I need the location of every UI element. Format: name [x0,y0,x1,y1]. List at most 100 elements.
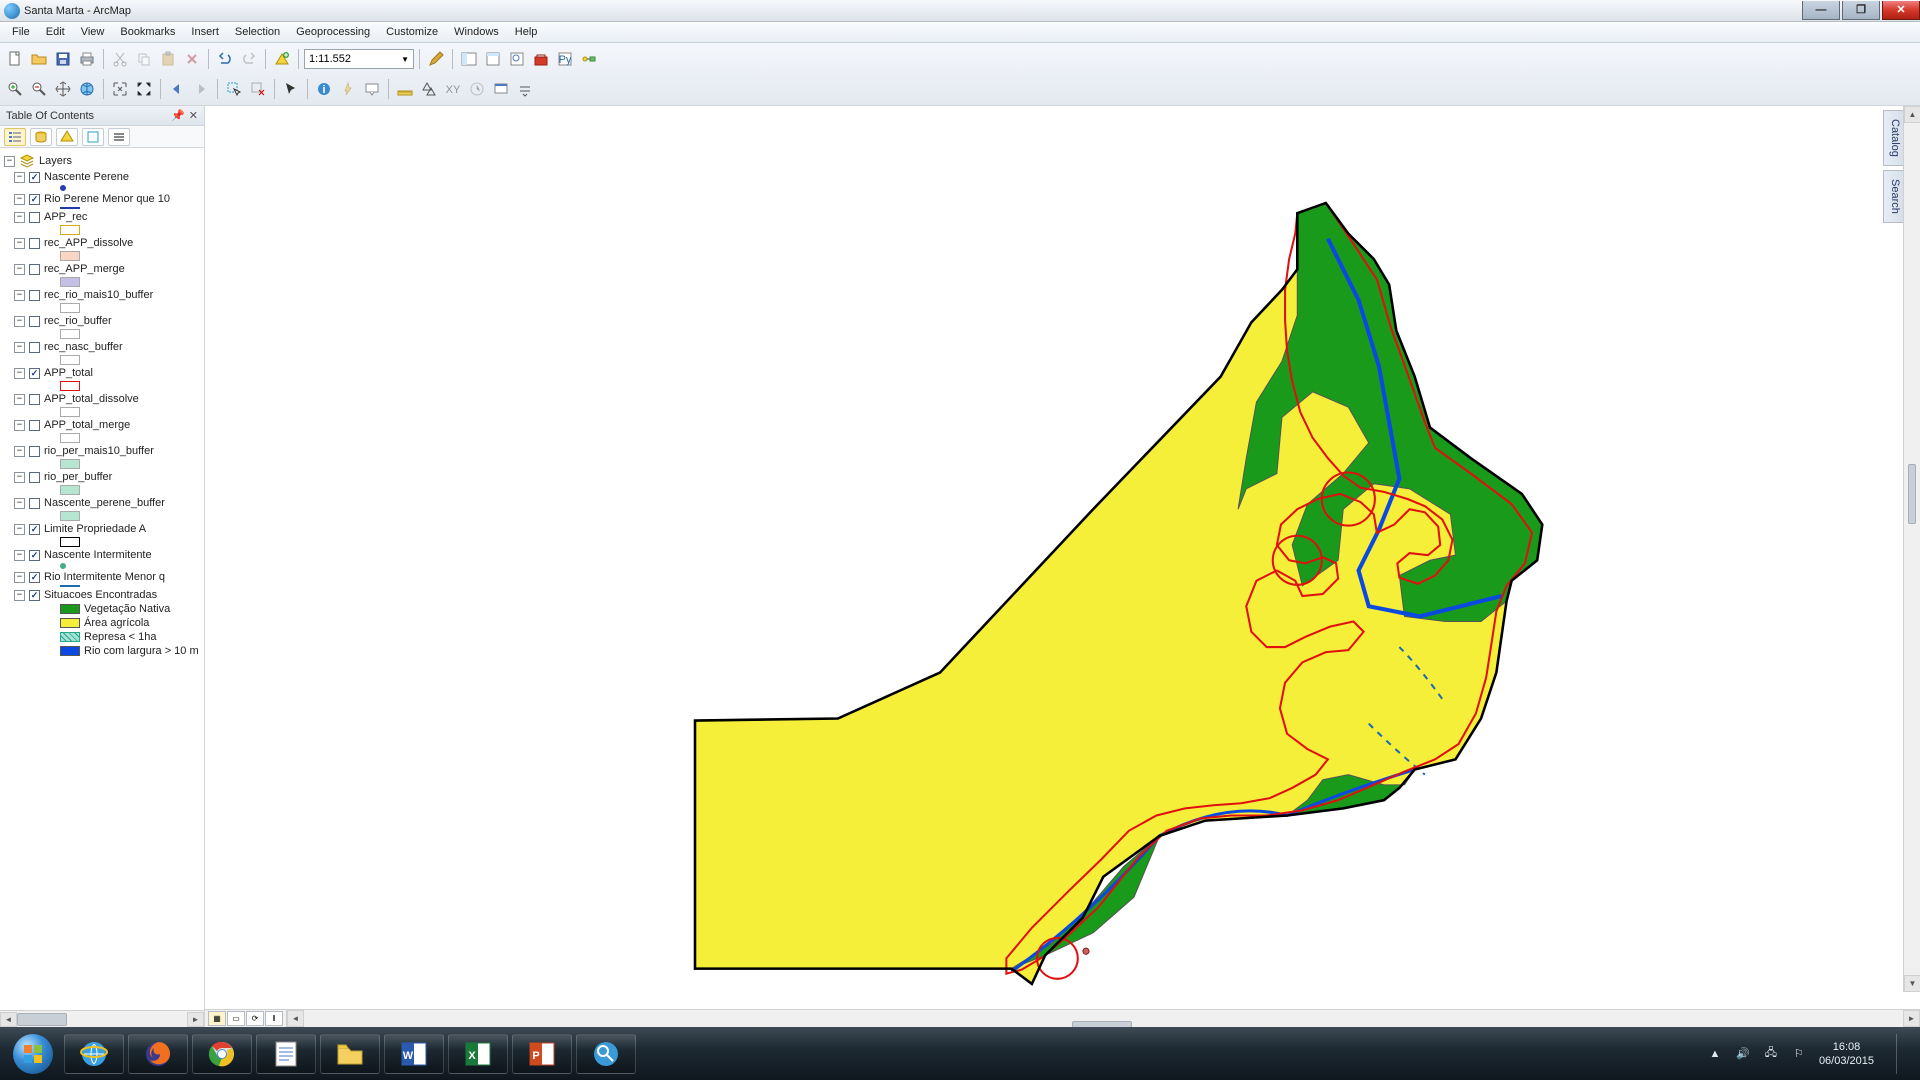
expand-icon[interactable]: − [14,212,25,223]
toc-tree[interactable]: −Layers−Nascente Perene −Rio Perene Menor… [0,148,204,1010]
class-17-3[interactable]: Rio com largura > 10 m [4,644,204,658]
layer-checkbox[interactable] [29,238,40,249]
layer-3[interactable]: −rec_APP_dissolve [4,236,204,250]
task-explorer[interactable] [320,1034,380,1074]
scroll-left-map-icon[interactable]: ◄ [287,1010,304,1027]
expand-icon[interactable]: − [14,264,25,275]
layer-checkbox[interactable] [29,550,40,561]
layer-checkbox[interactable] [29,420,40,431]
expand-icon[interactable]: − [14,290,25,301]
toc-button[interactable] [458,48,480,70]
expand-icon[interactable]: − [14,472,25,483]
menu-file[interactable]: File [4,23,38,41]
v-scroll-thumb[interactable] [1908,464,1916,524]
layer-0[interactable]: −Nascente Perene [4,170,204,184]
layer-checkbox[interactable] [29,290,40,301]
clear-selection-button[interactable] [247,78,269,100]
class-17-2[interactable]: Represa < 1ha [4,630,204,644]
list-by-source-tab[interactable] [30,128,52,146]
select-features-button[interactable] [223,78,245,100]
redo-button[interactable] [238,48,260,70]
restore-button[interactable]: ❐ [1842,1,1880,20]
scroll-right-map-icon[interactable]: ► [1903,1010,1920,1027]
expand-icon[interactable]: − [14,572,25,583]
expand-icon[interactable]: − [14,420,25,431]
cut-button[interactable] [109,48,131,70]
layer-checkbox[interactable] [29,394,40,405]
refresh-button[interactable]: ⟳ [246,1011,264,1026]
scale-input[interactable]: 1:11.552▼ [304,49,414,69]
time-slider-button[interactable] [466,78,488,100]
layer-5[interactable]: −rec_rio_mais10_buffer [4,288,204,302]
layer-1[interactable]: −Rio Perene Menor que 10 [4,192,204,206]
catalog-tab[interactable]: Catalog [1883,110,1903,166]
search-window-button[interactable] [506,48,528,70]
network-icon[interactable]: 🖧 [1763,1046,1779,1062]
layer-2[interactable]: −APP_rec [4,210,204,224]
full-extent-button[interactable] [76,78,98,100]
editor-toolbar-button[interactable] [425,48,447,70]
hyperlink-button[interactable] [337,78,359,100]
list-by-selection-tab[interactable] [82,128,104,146]
start-button[interactable] [6,1034,60,1074]
layer-checkbox[interactable] [29,172,40,183]
print-button[interactable] [76,48,98,70]
scroll-left-icon[interactable]: ◄ [0,1012,17,1027]
layer-4[interactable]: −rec_APP_merge [4,262,204,276]
layer-checkbox[interactable] [29,590,40,601]
arctoolbox-button[interactable] [530,48,552,70]
map-h-scrollbar[interactable]: ◄ ► [287,1010,1920,1027]
expand-icon[interactable]: − [14,550,25,561]
layers-root[interactable]: −Layers [4,152,204,170]
flag-icon[interactable]: ⚐ [1791,1046,1807,1062]
expand-icon[interactable]: − [14,446,25,457]
show-desktop-button[interactable] [1896,1034,1908,1074]
expand-icon[interactable]: − [14,394,25,405]
layer-checkbox[interactable] [29,498,40,509]
catalog-button[interactable] [482,48,504,70]
menu-windows[interactable]: Windows [446,23,507,41]
select-elements-button[interactable] [280,78,302,100]
search-tab[interactable]: Search [1883,170,1903,223]
scroll-up-icon[interactable]: ▲ [1904,106,1920,123]
layer-10[interactable]: −APP_total_merge [4,418,204,432]
layer-9[interactable]: −APP_total_dissolve [4,392,204,406]
layer-15[interactable]: −Nascente Intermitente [4,548,204,562]
scroll-thumb[interactable] [17,1013,67,1026]
class-17-0[interactable]: Vegetação Nativa [4,602,204,616]
undo-button[interactable] [214,48,236,70]
menu-insert[interactable]: Insert [183,23,227,41]
layer-6[interactable]: −rec_rio_buffer [4,314,204,328]
layer-12[interactable]: −rio_per_buffer [4,470,204,484]
speaker-icon[interactable]: 🔊 [1735,1046,1751,1062]
layer-17[interactable]: −Situacoes Encontradas [4,588,204,602]
open-button[interactable] [28,48,50,70]
go-back-button[interactable] [166,78,188,100]
find-route-button[interactable]: XY [442,78,464,100]
task-notepad[interactable] [256,1034,316,1074]
minimize-button[interactable]: — [1802,1,1840,20]
menu-help[interactable]: Help [507,23,546,41]
layer-checkbox[interactable] [29,264,40,275]
menu-view[interactable]: View [73,23,113,41]
expand-icon[interactable]: − [14,524,25,535]
zoom-in-button[interactable] [4,78,26,100]
task-ie[interactable] [64,1034,124,1074]
go-forward-button[interactable] [190,78,212,100]
expand-icon[interactable]: − [14,498,25,509]
task-excel[interactable]: X [448,1034,508,1074]
expand-icon[interactable]: − [4,156,15,167]
pause-drawing-button[interactable]: ‖ [265,1011,283,1026]
layer-checkbox[interactable] [29,316,40,327]
delete-button[interactable] [181,48,203,70]
python-button[interactable]: Py [554,48,576,70]
clock[interactable]: 16:0806/03/2015 [1819,1040,1874,1068]
scroll-down-icon[interactable]: ▼ [1904,975,1920,992]
task-arcmap[interactable] [576,1034,636,1074]
layer-8[interactable]: −APP_total [4,366,204,380]
task-chrome[interactable] [192,1034,252,1074]
map-view[interactable]: ▲ ▼ Catalog Search [205,106,1920,1009]
layer-checkbox[interactable] [29,472,40,483]
layer-13[interactable]: −Nascente_perene_buffer [4,496,204,510]
map-v-scrollbar[interactable]: ▲ ▼ [1903,106,1920,992]
